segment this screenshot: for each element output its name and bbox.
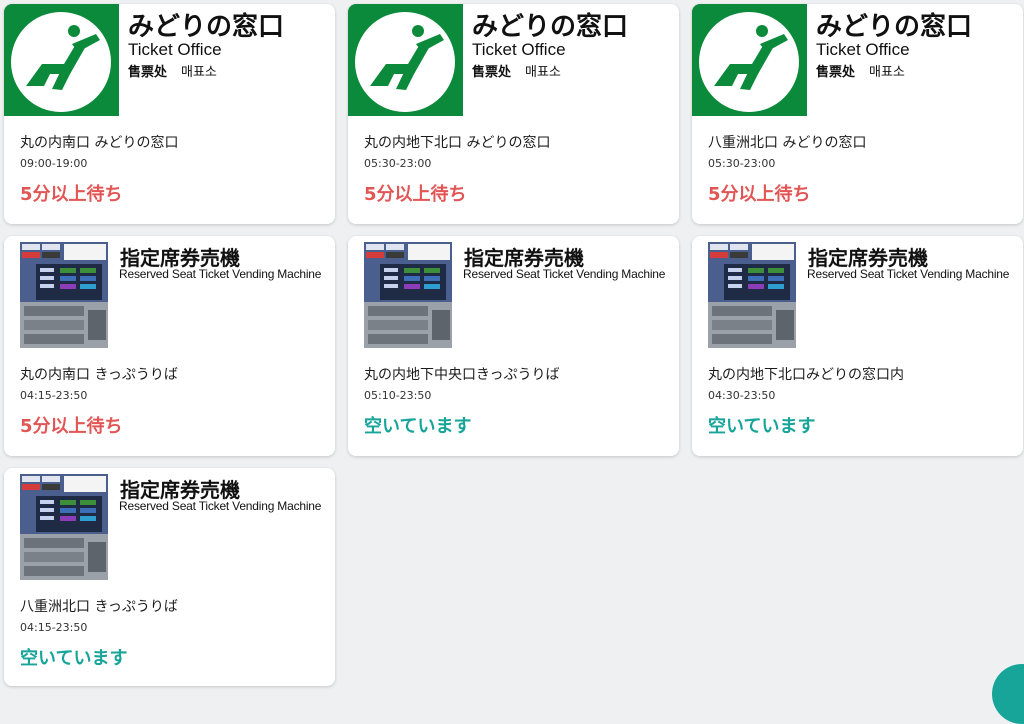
card-location: 八重洲北口 きっぷうりば <box>20 599 178 615</box>
ticket-office-banner: みどりの窓口 Ticket Office 售票处 매표소 <box>692 4 1023 116</box>
vending-machine-icon <box>16 240 112 348</box>
seat-icon <box>348 4 463 116</box>
card-location: 丸の内地下北口みどりの窓口内 <box>708 367 904 383</box>
card-hours: 09:00-19:00 <box>20 157 88 170</box>
card-title-jp: みどりの窓口 <box>128 12 285 42</box>
card-location: 丸の内地下北口 みどりの窓口 <box>364 135 551 151</box>
card-title-en: Ticket Office <box>128 40 222 59</box>
vending-machine-icon <box>704 240 800 348</box>
card-hours: 04:15-23:50 <box>20 389 88 402</box>
card-location: 丸の内南口 みどりの窓口 <box>20 135 179 151</box>
counter-card[interactable]: みどりの窓口 Ticket Office 售票处 매표소 八重洲北口 みどりの窓口… <box>692 4 1023 224</box>
card-status: 5分以上待ち <box>364 184 467 205</box>
card-status: 5分以上待ち <box>20 184 123 205</box>
seat-icon <box>692 4 807 116</box>
card-title-en: Ticket Office <box>816 40 910 59</box>
card-hours: 05:30-23:00 <box>364 157 432 170</box>
card-title-en: Reserved Seat Ticket Vending Machine <box>463 267 666 281</box>
vending-machine-banner: 指定席券売機 Reserved Seat Ticket Vending Mach… <box>348 236 679 348</box>
card-status: 空いています <box>20 648 128 669</box>
card-status: 5分以上待ち <box>20 416 123 437</box>
card-hours: 05:10-23:50 <box>364 389 432 402</box>
card-title-sub: 售票处 매표소 <box>472 61 561 80</box>
seat-icon <box>4 4 119 116</box>
floating-action-button[interactable] <box>992 664 1024 724</box>
vending-machine-banner: 指定席券売機 Reserved Seat Ticket Vending Mach… <box>4 236 335 348</box>
card-title-en: Reserved Seat Ticket Vending Machine <box>119 267 322 281</box>
counter-card[interactable]: 指定席券売機 Reserved Seat Ticket Vending Mach… <box>348 236 679 456</box>
card-hours: 04:15-23:50 <box>20 621 88 634</box>
counter-card[interactable]: 指定席券売機 Reserved Seat Ticket Vending Mach… <box>4 236 335 456</box>
card-title-en: Reserved Seat Ticket Vending Machine <box>119 499 322 513</box>
vending-machine-icon <box>360 240 456 348</box>
card-status: 5分以上待ち <box>708 184 811 205</box>
card-title-sub: 售票处 매표소 <box>128 61 217 80</box>
card-title-ko: 매표소 <box>869 65 905 80</box>
card-title-jp: みどりの窓口 <box>472 12 629 42</box>
vending-machine-banner: 指定席券売機 Reserved Seat Ticket Vending Mach… <box>4 468 335 580</box>
card-status: 空いています <box>364 416 472 437</box>
card-title-ko: 매표소 <box>525 65 561 80</box>
counter-card[interactable]: 指定席券売機 Reserved Seat Ticket Vending Mach… <box>692 236 1023 456</box>
card-title-zh: 售票处 <box>816 65 856 80</box>
card-location: 八重洲北口 みどりの窓口 <box>708 135 867 151</box>
card-title-jp: みどりの窓口 <box>816 12 973 42</box>
card-hours: 04:30-23:50 <box>708 389 776 402</box>
card-title-ko: 매표소 <box>181 65 217 80</box>
vending-machine-banner: 指定席券売機 Reserved Seat Ticket Vending Mach… <box>692 236 1023 348</box>
card-title-sub: 售票处 매표소 <box>816 61 905 80</box>
card-location: 丸の内南口 きっぷうりば <box>20 367 178 383</box>
counter-card[interactable]: みどりの窓口 Ticket Office 售票处 매표소 丸の内南口 みどりの窓口… <box>4 4 335 224</box>
card-title-zh: 售票处 <box>472 65 512 80</box>
card-location: 丸の内地下中央口きっぷうりば <box>364 367 560 383</box>
card-title-zh: 售票处 <box>128 65 168 80</box>
counter-card[interactable]: みどりの窓口 Ticket Office 售票处 매표소 丸の内地下北口 みどりの… <box>348 4 679 224</box>
card-hours: 05:30-23:00 <box>708 157 776 170</box>
vending-machine-icon <box>16 472 112 580</box>
card-title-en: Reserved Seat Ticket Vending Machine <box>807 267 1010 281</box>
ticket-office-banner: みどりの窓口 Ticket Office 售票处 매표소 <box>4 4 335 116</box>
card-status: 空いています <box>708 416 816 437</box>
counter-card[interactable]: 指定席券売機 Reserved Seat Ticket Vending Mach… <box>4 468 335 686</box>
card-title-en: Ticket Office <box>472 40 566 59</box>
ticket-office-banner: みどりの窓口 Ticket Office 售票处 매표소 <box>348 4 679 116</box>
